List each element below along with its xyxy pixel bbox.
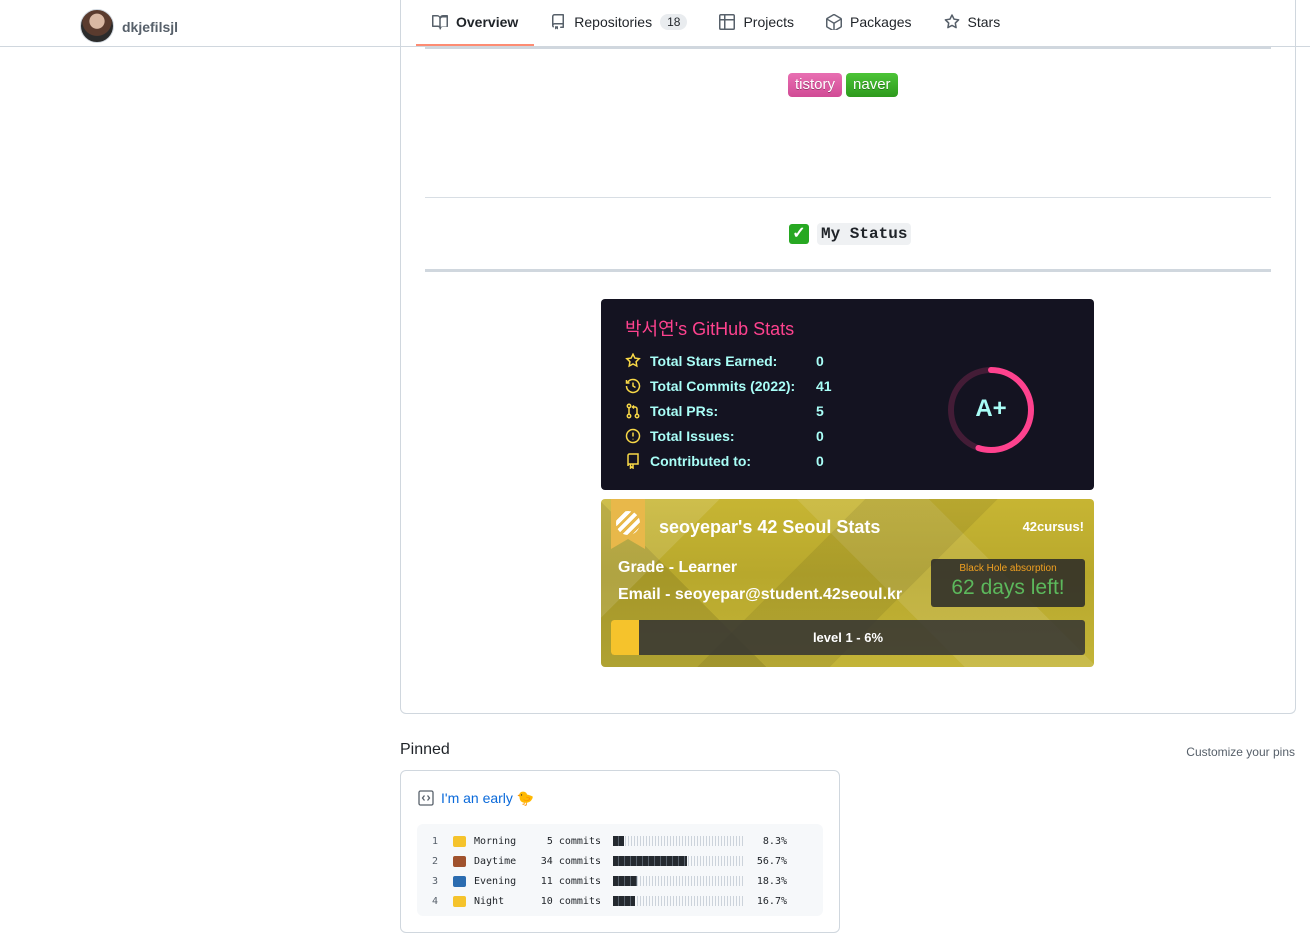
gist-title-link[interactable]: I'm an early 🐤 <box>441 790 534 807</box>
commit-count: 11 commits <box>540 875 601 887</box>
pull-request-icon <box>625 403 641 419</box>
sun-icon <box>453 835 466 847</box>
stat-row-prs: Total PRs: 5 <box>625 403 824 419</box>
pinned-heading: Pinned <box>400 741 450 758</box>
gist-content: 1 Morning 5 commits 8.3% 2 Daytime 34 co… <box>417 824 823 916</box>
code-square-icon <box>418 790 434 806</box>
moon-icon <box>453 895 466 907</box>
commit-percent: 18.3% <box>756 875 787 887</box>
commit-bar-fill <box>613 876 637 886</box>
stat-row-stars: Total Stars Earned: 0 <box>625 352 824 369</box>
stat-value: 0 <box>816 453 824 469</box>
star-icon <box>625 352 641 369</box>
stat-label: Total Commits (2022): <box>650 378 796 394</box>
stat-label: Contributed to: <box>650 453 752 469</box>
line-number: 2 <box>432 855 439 867</box>
divider <box>425 197 1271 198</box>
cursus-label: 42cursus! <box>1022 519 1084 534</box>
line-number: 3 <box>432 875 439 887</box>
stat-row-contributed: Contributed to: 0 <box>625 453 824 470</box>
github-stats-title: 박서연's GitHub Stats <box>625 315 794 341</box>
naver-badge[interactable]: naver <box>846 73 898 97</box>
stat-value: 0 <box>816 428 824 444</box>
commit-bar <box>613 836 744 846</box>
user-link[interactable]: dkjefilsjl <box>80 9 178 43</box>
line-number: 1 <box>432 835 439 847</box>
repo-icon <box>625 453 641 470</box>
commit-percent: 16.7% <box>756 895 787 907</box>
blackhole-label: Black Hole absorption <box>959 563 1057 574</box>
stat-value: 0 <box>816 353 824 369</box>
divider <box>425 46 1271 49</box>
issue-icon <box>625 428 641 444</box>
seoul-stats-card[interactable]: seoyepar's 42 Seoul Stats 42cursus! Grad… <box>601 499 1094 667</box>
time-name: Night <box>474 895 505 907</box>
logo-stripes-icon <box>616 511 640 535</box>
cityscape-icon <box>453 855 466 867</box>
line-number: 4 <box>432 895 439 907</box>
divider <box>425 269 1271 272</box>
commit-bar-fill <box>613 856 688 866</box>
stat-label: Total Issues: <box>650 428 735 444</box>
grade-text: Grade - Learner <box>618 559 738 576</box>
seoul-stats-title: seoyepar's 42 Seoul Stats <box>659 517 881 537</box>
time-name: Daytime <box>474 855 517 867</box>
rank-circle: A+ <box>946 365 1036 455</box>
history-icon <box>625 378 641 394</box>
commit-bar-fill <box>613 896 635 906</box>
rank-grade: A+ <box>975 395 1007 422</box>
night-city-icon <box>453 875 466 887</box>
time-name: Morning <box>474 835 517 847</box>
stats-owner-name: 박서연 <box>625 319 675 339</box>
check-icon: ✓ <box>789 224 809 244</box>
stats-title-suffix: 's GitHub Stats <box>674 319 795 339</box>
customize-pins-link[interactable]: Customize your pins <box>1186 745 1295 759</box>
email-text: Email - seoyepar@student.42seoul.kr <box>618 586 903 603</box>
stat-label: Total PRs: <box>650 403 719 419</box>
stat-value: 41 <box>816 378 832 394</box>
username[interactable]: dkjefilsjl <box>122 19 178 35</box>
commit-count: 34 commits <box>540 855 601 867</box>
commit-bar <box>613 896 744 906</box>
avatar[interactable] <box>80 9 114 43</box>
pinned-gist-card: I'm an early 🐤 1 Morning 5 commits 8.3% … <box>400 770 840 933</box>
stat-value: 5 <box>816 403 824 419</box>
commit-bar-fill <box>613 836 624 846</box>
level-text: level 1 - 6% <box>812 630 884 645</box>
status-heading: ✓ My Status <box>789 223 912 245</box>
github-stats-card[interactable]: 박서연's GitHub Stats Total Stars Earned: 0… <box>601 299 1094 490</box>
blackhole-days: 62 days left! <box>951 576 1065 599</box>
tistory-badge[interactable]: tistory <box>788 73 843 97</box>
commit-percent: 56.7% <box>756 855 787 867</box>
commit-percent: 8.3% <box>762 835 787 847</box>
status-heading-text: My Status <box>817 223 912 245</box>
commit-count: 10 commits <box>540 895 601 907</box>
stat-row-commits: Total Commits (2022): 41 <box>625 378 832 394</box>
stat-label: Total Stars Earned: <box>650 353 778 369</box>
badge-row: tistory naver <box>788 73 898 97</box>
time-name: Evening <box>474 875 517 887</box>
level-progress-bar: level 1 - 6% <box>611 620 1085 655</box>
commit-bar <box>613 876 744 886</box>
stat-row-issues: Total Issues: 0 <box>625 428 824 444</box>
commit-count: 5 commits <box>546 835 601 847</box>
blackhole-box: Black Hole absorption 62 days left! <box>931 559 1085 607</box>
commit-bar <box>613 856 744 866</box>
